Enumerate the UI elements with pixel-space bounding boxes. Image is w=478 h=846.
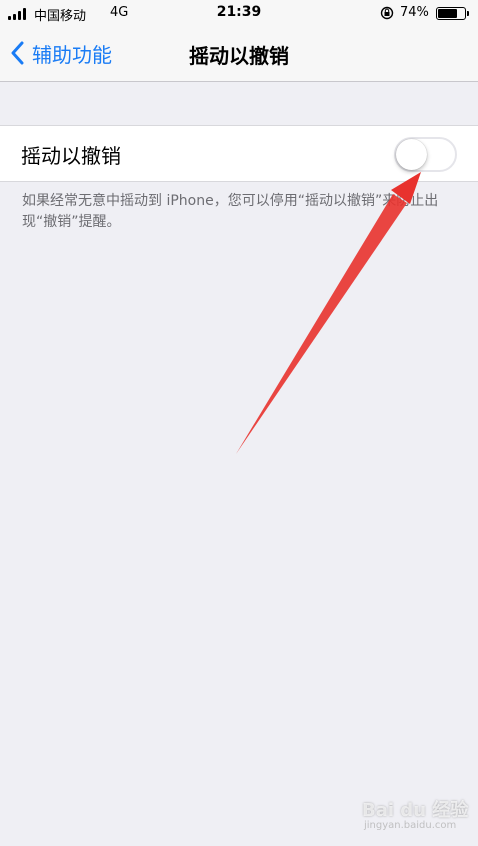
status-bar: 中国移动 4G 21:39 74% bbox=[0, 0, 478, 26]
shake-to-undo-label: 摇动以撤销 bbox=[21, 144, 121, 168]
navigation-bar: 辅助功能 摇动以撤销 bbox=[0, 26, 478, 82]
watermark-url: jingyan.baidu.com bbox=[364, 820, 457, 831]
rotation-lock-icon bbox=[380, 6, 394, 20]
battery-icon bbox=[436, 7, 469, 20]
watermark-logo: Bai du 经验 bbox=[362, 800, 469, 821]
toggle-knob bbox=[396, 139, 427, 170]
shake-to-undo-cell: 摇动以撤销 bbox=[0, 125, 478, 182]
page-title: 摇动以撤销 bbox=[189, 44, 289, 68]
setting-description: 如果经常无意中摇动到 iPhone，您可以停用“摇动以撤销”来防止出现“撤销”提… bbox=[22, 193, 439, 230]
shake-to-undo-toggle[interactable] bbox=[394, 137, 457, 172]
battery-percent: 74% bbox=[400, 5, 429, 20]
